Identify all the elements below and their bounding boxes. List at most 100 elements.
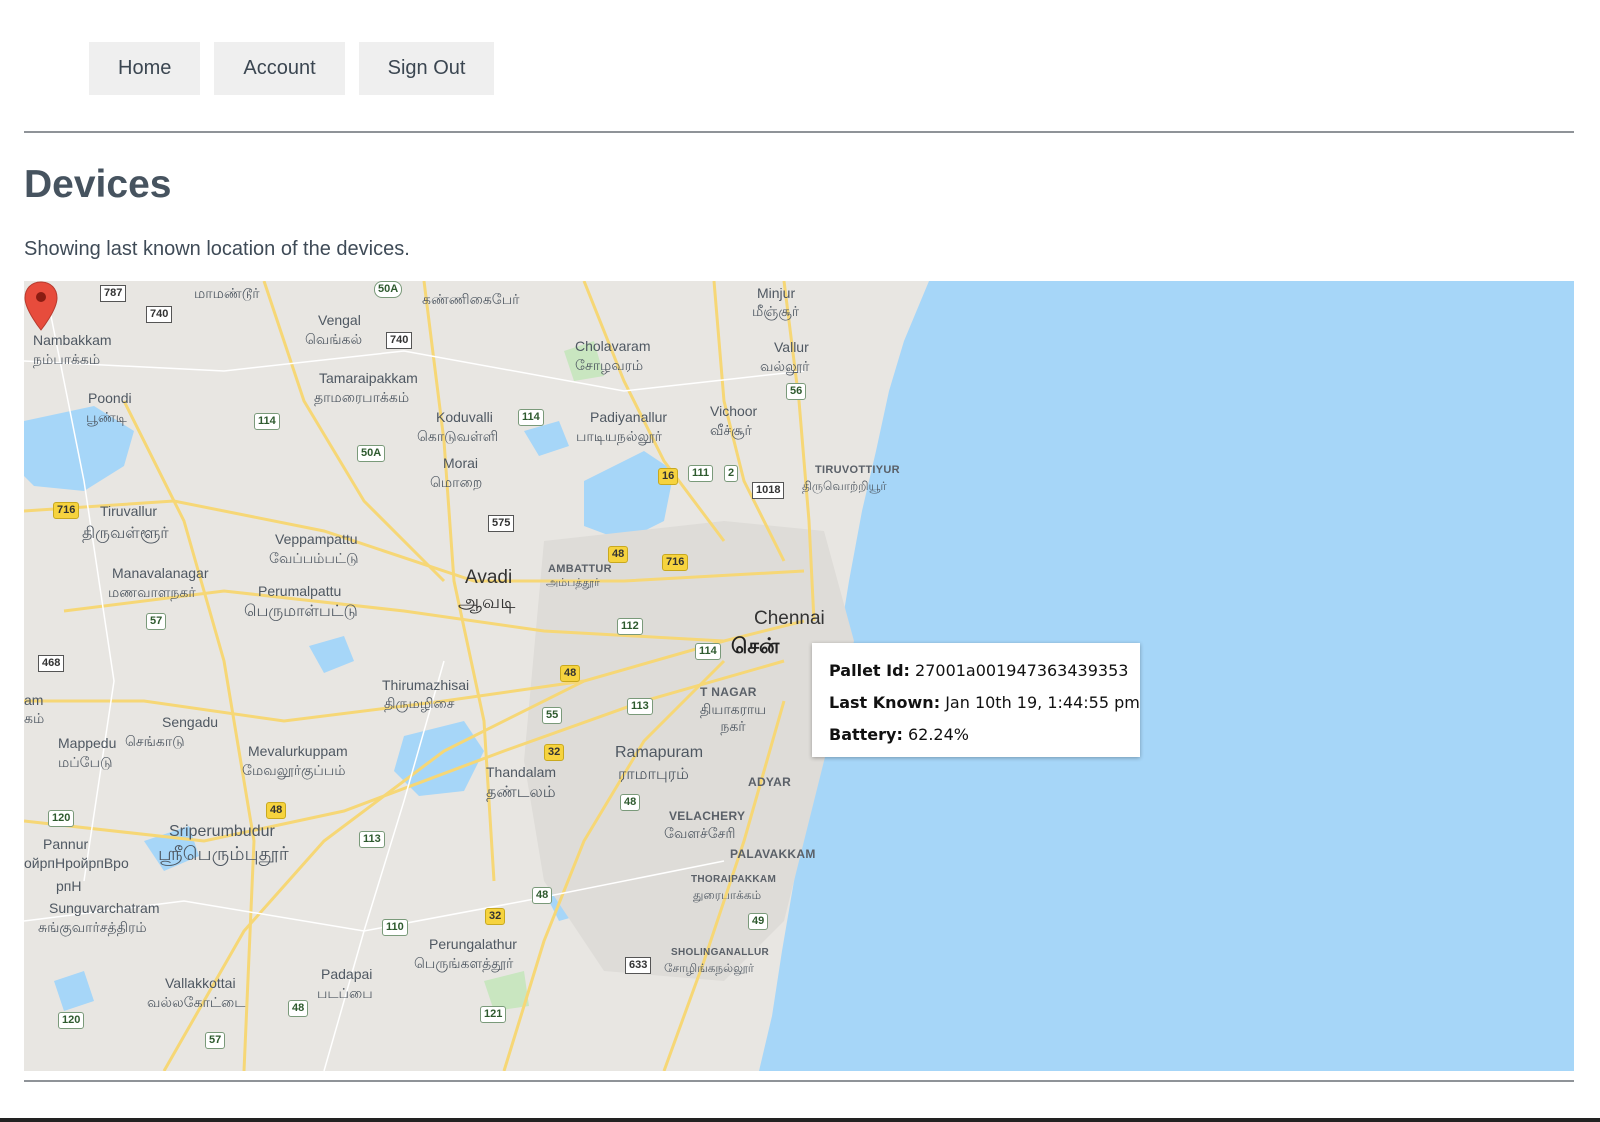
map-label-ambattur: AMBATTUR xyxy=(548,563,612,575)
map-label-padapai-ta: படப்பை xyxy=(317,985,373,1001)
road-shield: 56 xyxy=(786,383,807,400)
road-shield: 110 xyxy=(382,919,408,936)
last-known-value: Jan 10th 19, 1:44:55 pm xyxy=(945,693,1140,712)
map-label-sengadu: Sengadu xyxy=(162,714,219,730)
map-label-vallur-ta: வல்லூர் xyxy=(760,358,810,374)
map-label-pannur: Pannur xyxy=(43,836,89,852)
map-label-cholavaram: Cholavaram xyxy=(575,338,651,354)
map-label-thandalam-ta: தண்டலம் xyxy=(486,784,556,801)
map-label-morai-ta: மொறை xyxy=(430,474,483,490)
map-label-cholavaram-ta: சோழவரம் xyxy=(575,357,644,373)
map-label-perumalpattu-ta: பெருமாள்பட்டு xyxy=(244,603,358,620)
map-label-vallakkottai: Vallakkottai xyxy=(165,975,236,991)
map-label-tamaraipakkam: Tamaraipakkam xyxy=(319,370,418,386)
lake-chembarambakkam xyxy=(394,721,484,796)
map-label-sunguvarchatram-ta: சுங்குவார்சத்திரம் xyxy=(38,919,147,935)
road-shield: 48 xyxy=(266,802,287,819)
map-label-tnagar-ta: தியாகராய நகர் xyxy=(699,701,767,734)
map-label-mappedu-ta: மப்பேடு xyxy=(58,754,113,770)
map-label-veppampattu-ta: வேப்பம்பட்டு xyxy=(269,550,359,566)
road-shield: 1018 xyxy=(752,482,785,499)
road-shield: 111 xyxy=(688,465,714,482)
road-shield: 48 xyxy=(620,794,641,811)
road-shield: 113 xyxy=(359,831,385,848)
map-label-poondi-ta: பூண்டி xyxy=(86,409,127,425)
map-label-morai: Morai xyxy=(443,455,479,471)
map-label-sholinganallur: SHOLINGANALLUR xyxy=(671,947,770,958)
map-label-sriperumbudur: Sriperumbudur xyxy=(169,823,275,840)
road-shield: 716 xyxy=(662,554,689,571)
road-shield: 57 xyxy=(146,613,167,630)
map-label-sunguvarchatram: Sunguvarchatram xyxy=(49,900,160,916)
device-location-pin-icon[interactable] xyxy=(24,281,58,331)
map-label-koduvalli-ta: கொடுவள்ளி xyxy=(417,428,499,444)
top-nav: Home Account Sign Out xyxy=(89,42,495,95)
home-button[interactable]: Home xyxy=(89,42,201,95)
page-title: Devices xyxy=(24,163,172,206)
road-shield: 50A xyxy=(357,445,386,462)
map-label-pannur-ta2: рпН xyxy=(56,878,82,894)
map-label-koduvalli: Koduvalli xyxy=(436,409,493,425)
map-label-tiruvottiyur: TIRUVOTTIYUR xyxy=(815,464,900,476)
road-shield: 468 xyxy=(38,655,65,672)
map-label-tamaraipakkam-ta: தாமரைபாக்கம் xyxy=(314,389,410,405)
device-info-popup: Pallet Id: 27001a001947363439353 Last Kn… xyxy=(812,643,1140,757)
map-label-adyar: ADYAR xyxy=(748,775,792,789)
account-button[interactable]: Account xyxy=(214,42,345,95)
road-shield: 55 xyxy=(542,707,563,724)
footer-divider xyxy=(24,1080,1574,1082)
map-label-sriperumbudur-ta: ஸ்ரீபெரும்புதூர் xyxy=(158,844,289,865)
lake-small-3 xyxy=(54,971,94,1011)
battery-row: Battery: 62.24% xyxy=(829,725,1140,757)
battery-label: Battery: xyxy=(829,725,903,744)
map-label-chennai: Chennai xyxy=(754,608,825,629)
road-shield: 112 xyxy=(617,618,643,635)
road-shield: 575 xyxy=(488,515,515,532)
road-shield: 740 xyxy=(386,332,413,349)
map-label-perungalathur-ta: பெருங்களத்தூர் xyxy=(414,955,514,971)
map-label-kannigaipair-ta: கண்ணிகைபேர் xyxy=(422,291,520,307)
map-label-tiruvallur: Tiruvallur xyxy=(100,503,158,519)
road-shield: 32 xyxy=(485,908,506,925)
map-label-poondi: Poondi xyxy=(88,390,132,406)
map-label-vallakkottai-ta: வல்லகோட்டை xyxy=(147,994,246,1010)
map-label-vichoor: Vichoor xyxy=(710,403,758,419)
header-divider xyxy=(24,131,1574,133)
map-label-padapai: Padapai xyxy=(321,966,373,982)
map-label-mevalurkuppam: Mevalurkuppam xyxy=(248,743,348,759)
map-label-thirumazhisai-ta: திருமழிசை xyxy=(384,695,455,711)
road-shield: 48 xyxy=(288,1000,309,1017)
road-shield: 121 xyxy=(480,1006,507,1023)
map-label-vichoor-ta: வீச்சூர் xyxy=(710,422,752,438)
map-label-padiyanallur-ta: பாடியநல்லூர் xyxy=(576,428,662,444)
map-label-velachery-ta: வேளச்சேரி xyxy=(664,825,736,841)
road-shield: 716 xyxy=(53,502,80,519)
lake-puzhal xyxy=(584,451,674,541)
road-shield: 49 xyxy=(748,913,769,930)
map-label-tiruvallur-ta: திருவள்ளூர் xyxy=(82,525,169,542)
device-map[interactable]: Minjur மீஞ்சூர் கண்ணிகைபேர் மாமண்டூர் Ve… xyxy=(24,281,1574,1071)
road-shield: 114 xyxy=(254,413,280,430)
map-label-thirumazhisai: Thirumazhisai xyxy=(382,677,470,693)
page-subtitle: Showing last known location of the devic… xyxy=(24,238,410,260)
window-bottom-edge xyxy=(0,1118,1600,1122)
road-shield: 114 xyxy=(695,643,721,660)
road-shield: 48 xyxy=(560,665,581,682)
map-label-palavakkam: PALAVAKKAM xyxy=(730,847,816,861)
road-shield: 48 xyxy=(608,546,629,563)
sign-out-button[interactable]: Sign Out xyxy=(358,42,495,95)
map-label-tiruvottiyur-ta: திருவொற்றியூர் xyxy=(802,479,887,493)
road-shield: 120 xyxy=(48,810,75,827)
map-label-ramapuram-ta: ராமாபுரம் xyxy=(618,766,689,783)
road-shield: 50A xyxy=(374,281,403,298)
map-label-velachery: VELACHERY xyxy=(669,809,746,823)
map-label-minjur: Minjur xyxy=(757,285,796,301)
map-label-manavalanagar-ta: மணவாளநகர் xyxy=(108,584,196,600)
lake-small-1 xyxy=(309,636,354,673)
road-shield: 740 xyxy=(146,306,173,323)
road-shield: 2 xyxy=(724,465,739,482)
map-label-mappedu: Mappedu xyxy=(58,735,117,751)
road-shield: 787 xyxy=(100,285,127,302)
map-label-ambattur-ta: அம்பத்தூர் xyxy=(546,577,600,589)
map-label-nambakkam: Nambakkam xyxy=(33,332,112,348)
